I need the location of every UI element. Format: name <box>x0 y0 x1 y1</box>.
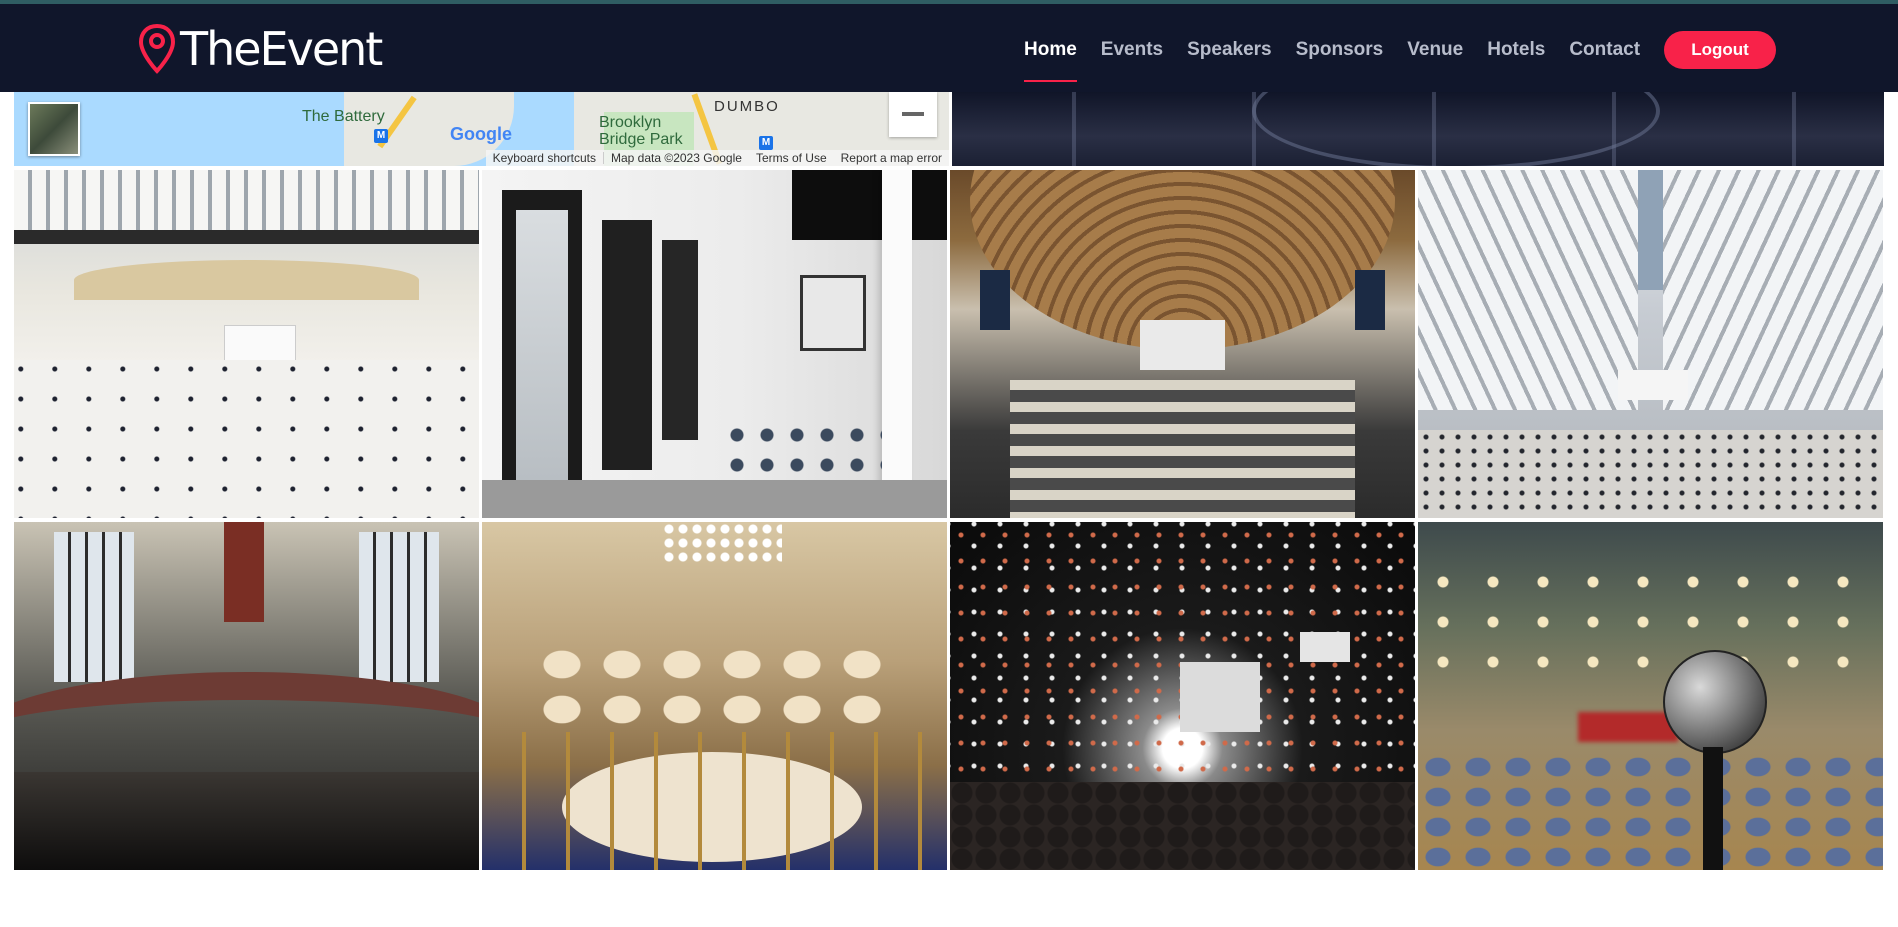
subway-marker-icon: M <box>374 129 388 143</box>
map-data-attribution: Map data ©2023 Google <box>611 151 742 165</box>
nav-venue[interactable]: Venue <box>1407 30 1463 70</box>
logout-button[interactable]: Logout <box>1664 31 1777 69</box>
gallery-image[interactable] <box>482 522 947 870</box>
gallery-image[interactable] <box>950 170 1415 518</box>
nav-hotels[interactable]: Hotels <box>1487 30 1545 70</box>
brand-logo[interactable]: TheEvent <box>138 22 383 76</box>
map-label-battery: The Battery <box>302 108 385 125</box>
nav-contact[interactable]: Contact <box>1569 30 1640 70</box>
microphone-icon <box>1663 650 1767 754</box>
nav-speakers[interactable]: Speakers <box>1187 30 1272 70</box>
satellite-toggle[interactable] <box>28 102 80 156</box>
venue-banner-image <box>952 92 1884 166</box>
map-footer: Keyboard shortcuts Map data ©2023 Google… <box>485 150 949 166</box>
gallery-image[interactable] <box>950 522 1415 870</box>
report-map-error-link[interactable]: Report a map error <box>834 151 949 165</box>
google-logo: Google <box>450 124 512 144</box>
terms-of-use-link[interactable]: Terms of Use <box>749 151 834 165</box>
map-label-dumbo: DUMBO <box>714 98 780 115</box>
map-label-brooklyn-bridge-park: Brooklyn Bridge Park <box>599 114 683 148</box>
site-header: TheEvent Home Events Speakers Sponsors V… <box>0 4 1898 92</box>
zoom-out-button[interactable] <box>889 92 937 137</box>
subway-marker-icon: M <box>759 136 773 150</box>
nav-events[interactable]: Events <box>1101 30 1163 70</box>
venue-gallery <box>14 170 1884 870</box>
nav-sponsors[interactable]: Sponsors <box>1296 30 1384 70</box>
gallery-image[interactable] <box>482 170 947 518</box>
venue-map[interactable]: The Battery M Brooklyn Bridge Park M DUM… <box>14 92 949 166</box>
gallery-image[interactable] <box>1418 170 1883 518</box>
gallery-image[interactable] <box>1418 522 1883 870</box>
top-accent-line <box>0 0 1898 4</box>
gallery-image[interactable] <box>14 522 479 870</box>
keyboard-shortcuts-link[interactable]: Keyboard shortcuts <box>486 151 603 165</box>
main-nav: Home Events Speakers Sponsors Venue Hote… <box>1012 30 1777 82</box>
brand-name: TheEvent <box>180 22 383 76</box>
map-pin-icon <box>138 23 176 74</box>
nav-home[interactable]: Home <box>1024 30 1077 82</box>
gallery-image[interactable] <box>14 170 479 518</box>
